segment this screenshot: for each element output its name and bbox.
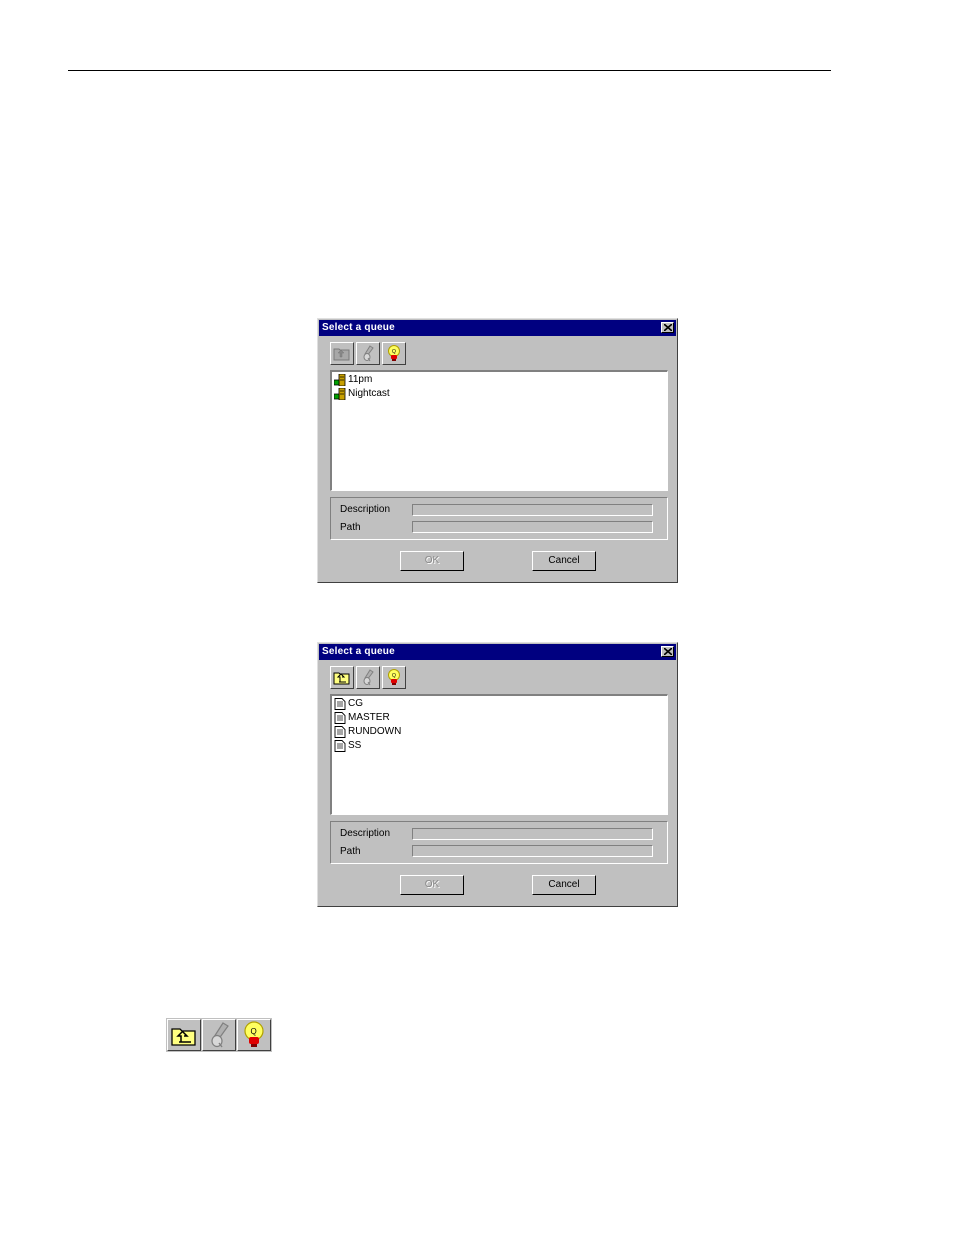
up-folder-button[interactable] bbox=[330, 342, 354, 365]
title-bar[interactable]: Select a queue bbox=[319, 320, 676, 336]
path-label: Path bbox=[340, 846, 361, 857]
dialog-title: Select a queue bbox=[322, 646, 395, 657]
item-label: RUNDOWN bbox=[348, 726, 402, 737]
cancel-button[interactable]: Cancel bbox=[532, 551, 596, 571]
item-label: MASTER bbox=[348, 712, 390, 723]
queue-list[interactable]: 11pm Nightcast bbox=[330, 370, 668, 491]
ok-button[interactable]: OK bbox=[400, 875, 464, 895]
path-label: Path bbox=[340, 522, 361, 533]
queue-tool-icon bbox=[363, 345, 374, 362]
document-icon bbox=[334, 740, 346, 752]
queue-tool-button[interactable] bbox=[356, 342, 380, 365]
description-label: Description bbox=[340, 504, 391, 515]
queue-info-group: Description Path bbox=[330, 497, 668, 540]
path-field bbox=[412, 845, 653, 857]
document-icon bbox=[334, 712, 346, 724]
lightbulb-icon: Q bbox=[388, 669, 400, 685]
document-icon bbox=[334, 726, 346, 738]
select-queue-dialog-2: Select a queue Q CG MASTER RUNDOWN SS De… bbox=[317, 642, 678, 907]
select-queue-dialog-1: Select a queue Q 11pm Nightcast Descript… bbox=[317, 318, 678, 583]
queue-info-group: Description Path bbox=[330, 821, 668, 864]
lightbulb-icon: Q bbox=[244, 1021, 264, 1047]
queue-list[interactable]: CG MASTER RUNDOWN SS bbox=[330, 694, 668, 815]
item-label: SS bbox=[348, 740, 362, 751]
item-label: Nightcast bbox=[348, 388, 390, 399]
close-button[interactable] bbox=[661, 646, 674, 657]
folder-up-icon bbox=[171, 1028, 196, 1046]
server-icon bbox=[334, 374, 346, 386]
cancel-button[interactable]: Cancel bbox=[532, 875, 596, 895]
item-label: CG bbox=[348, 698, 363, 709]
ok-button[interactable]: OK bbox=[400, 551, 464, 571]
path-field bbox=[412, 521, 653, 533]
up-folder-button[interactable] bbox=[330, 666, 354, 689]
close-icon bbox=[664, 648, 672, 655]
server-icon bbox=[334, 388, 346, 400]
page-header-rule bbox=[68, 70, 831, 71]
queue-tool-icon bbox=[363, 669, 374, 686]
queue-tool-button[interactable] bbox=[356, 666, 380, 689]
folder-up-icon bbox=[333, 672, 350, 685]
svg-text:Q: Q bbox=[251, 1027, 257, 1036]
description-field bbox=[412, 504, 653, 516]
item-label: 11pm bbox=[348, 374, 373, 385]
toolbar-enlarged: Q bbox=[166, 1018, 272, 1052]
dialog-title: Select a queue bbox=[322, 322, 395, 333]
svg-text:Q: Q bbox=[392, 673, 396, 679]
lightbulb-icon: Q bbox=[388, 345, 400, 361]
description-label: Description bbox=[340, 828, 391, 839]
up-folder-button[interactable] bbox=[167, 1019, 201, 1051]
title-bar[interactable]: Select a queue bbox=[319, 644, 676, 660]
lightbulb-button[interactable]: Q bbox=[382, 342, 406, 365]
queue-tool-button[interactable] bbox=[202, 1019, 236, 1051]
lightbulb-button[interactable]: Q bbox=[237, 1019, 271, 1051]
folder-up-icon bbox=[333, 348, 350, 361]
close-icon bbox=[664, 324, 672, 331]
lightbulb-button[interactable]: Q bbox=[382, 666, 406, 689]
close-button[interactable] bbox=[661, 322, 674, 333]
document-icon bbox=[334, 698, 346, 710]
svg-text:Q: Q bbox=[392, 349, 396, 355]
description-field bbox=[412, 828, 653, 840]
queue-tool-icon bbox=[211, 1022, 229, 1048]
